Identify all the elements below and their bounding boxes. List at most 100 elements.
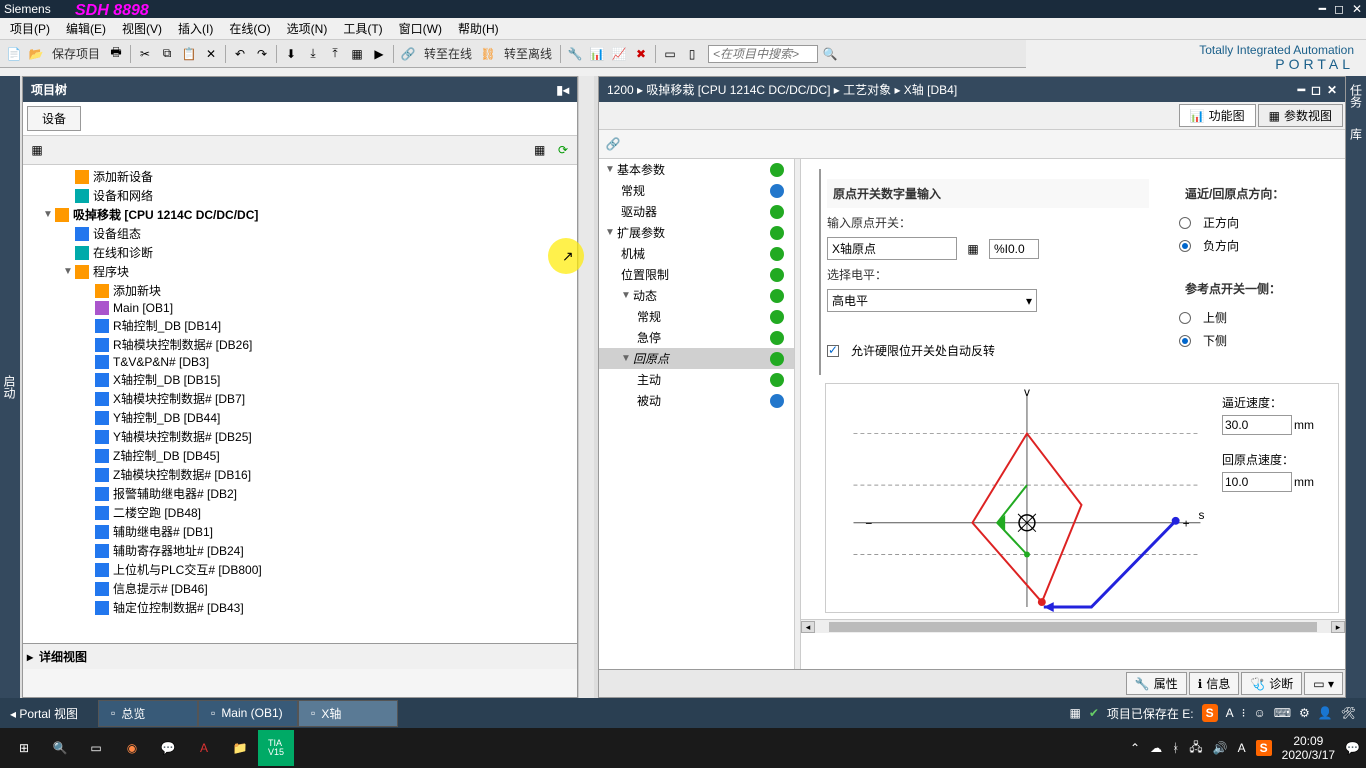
param-item[interactable]: 被动 xyxy=(599,390,794,411)
tray-vol-icon[interactable]: 🔊 xyxy=(1213,741,1228,755)
status-tab[interactable]: ▫X轴 xyxy=(298,700,398,727)
tool1-icon[interactable]: 🔧 xyxy=(565,44,585,64)
tia-taskbar-icon[interactable]: TIAV15 xyxy=(258,730,294,766)
tree-item[interactable]: Y轴模块控制数据# [DB25] xyxy=(23,427,577,446)
menu-insert[interactable]: 插入(I) xyxy=(172,18,219,39)
auto-reverse-checkbox[interactable] xyxy=(827,345,839,357)
param-item[interactable]: 常规 xyxy=(599,306,794,327)
cross-icon[interactable]: ✖ xyxy=(631,44,651,64)
sogou-icon[interactable]: S xyxy=(1202,704,1218,722)
portal-view-button[interactable]: ◂ Portal 视图 xyxy=(10,705,78,722)
editor-min-icon[interactable]: ━ xyxy=(1298,83,1305,97)
param-item[interactable]: 驱动器 xyxy=(599,201,794,222)
dir-pos-radio[interactable] xyxy=(1179,217,1191,229)
search-input[interactable] xyxy=(708,45,818,63)
tree-item[interactable]: 上位机与PLC交互# [DB800] xyxy=(23,560,577,579)
tray-gear-icon[interactable]: ⚙ xyxy=(1299,706,1310,720)
tray-onedrive-icon[interactable]: ☁ xyxy=(1150,741,1162,755)
download-icon[interactable]: ⤓ xyxy=(303,44,323,64)
tree-item[interactable]: 设备和网络 xyxy=(23,186,577,205)
tree-item[interactable]: X轴模块控制数据# [DB7] xyxy=(23,389,577,408)
connect-icon[interactable]: 🔗 xyxy=(398,44,418,64)
ref-up-radio[interactable] xyxy=(1179,312,1191,324)
search-taskbar-icon[interactable]: 🔍 xyxy=(42,730,78,766)
undo-icon[interactable]: ↶ xyxy=(230,44,250,64)
param-item[interactable]: 机械 xyxy=(599,243,794,264)
save-button[interactable]: 保存项目 xyxy=(48,45,104,62)
tree-item[interactable]: 二楼空跑 [DB48] xyxy=(23,503,577,522)
split1-icon[interactable]: ▭ xyxy=(660,44,680,64)
tree-tool2-icon[interactable]: ▦ xyxy=(530,140,550,160)
tree-item[interactable]: X轴控制_DB [DB15] xyxy=(23,370,577,389)
home-speed-input[interactable] xyxy=(1222,472,1292,492)
menu-online[interactable]: 在线(O) xyxy=(223,18,276,39)
tree-item[interactable]: R轴控制_DB [DB14] xyxy=(23,316,577,335)
print-icon[interactable]: 🖶 xyxy=(106,44,126,64)
menu-edit[interactable]: 编辑(E) xyxy=(60,18,112,39)
menu-tools[interactable]: 工具(T) xyxy=(337,18,388,39)
start-button[interactable]: ⊞ xyxy=(6,730,42,766)
open-icon[interactable]: 📂 xyxy=(26,44,46,64)
explorer-icon[interactable]: 📁 xyxy=(222,730,258,766)
origin-picker-icon[interactable]: ▦ xyxy=(963,239,983,259)
tray-user-icon[interactable]: 👤 xyxy=(1318,706,1333,720)
param-item[interactable]: 常规 xyxy=(599,180,794,201)
new-project-icon[interactable]: 📄 xyxy=(4,44,24,64)
tab-info[interactable]: ℹ信息 xyxy=(1189,672,1240,695)
tree-item[interactable]: 报警辅助继电器# [DB2] xyxy=(23,484,577,503)
tree-item[interactable]: 信息提示# [DB46] xyxy=(23,579,577,598)
menu-help[interactable]: 帮助(H) xyxy=(452,18,505,39)
status-tab[interactable]: ▫Main (OB1) xyxy=(198,700,298,727)
compile-icon[interactable]: ⬇ xyxy=(281,44,301,64)
param-tree[interactable]: ▼基本参数常规驱动器▼扩展参数机械位置限制▼动态常规急停▼回原点主动被动 xyxy=(599,159,795,669)
tab-diagnostics[interactable]: 🩺诊断 xyxy=(1241,672,1302,695)
tool3-icon[interactable]: 📈 xyxy=(609,44,629,64)
menu-window[interactable]: 窗口(W) xyxy=(393,18,448,39)
approach-speed-input[interactable] xyxy=(1222,415,1292,435)
maximize-icon[interactable]: ◻ xyxy=(1334,2,1344,16)
tray-tool-icon[interactable]: 🛠 xyxy=(1341,706,1356,720)
param-item[interactable]: 主动 xyxy=(599,369,794,390)
tab-properties[interactable]: 🔧属性 xyxy=(1126,672,1187,695)
tree-item[interactable]: Z轴模块控制数据# [DB16] xyxy=(23,465,577,484)
tree-item[interactable]: 添加新设备 xyxy=(23,167,577,186)
minimize-icon[interactable]: ━ xyxy=(1319,2,1326,16)
tree-item[interactable]: T&V&P&N# [DB3] xyxy=(23,354,577,370)
split2-icon[interactable]: ▯ xyxy=(682,44,702,64)
param-item[interactable]: 位置限制 xyxy=(599,264,794,285)
tree-item[interactable]: 轴定位控制数据# [DB43] xyxy=(23,598,577,617)
tray-lang-icon[interactable]: A xyxy=(1238,741,1246,755)
tree-item[interactable]: 辅助寄存器地址# [DB24] xyxy=(23,541,577,560)
origin-addr[interactable]: %I0.0 xyxy=(989,239,1039,259)
param-item[interactable]: ▼基本参数 xyxy=(599,159,794,180)
tree-item[interactable]: Z轴控制_DB [DB45] xyxy=(23,446,577,465)
sim-icon[interactable]: ▦ xyxy=(347,44,367,64)
menu-view[interactable]: 视图(V) xyxy=(116,18,168,39)
tab-param-view[interactable]: ▦参数视图 xyxy=(1258,104,1343,127)
tab-more[interactable]: ▭ ▾ xyxy=(1304,672,1343,695)
tray-dot-icon[interactable]: ⁝ xyxy=(1242,706,1246,720)
tree-tool1-icon[interactable]: ▦ xyxy=(27,140,47,160)
tool2-icon[interactable]: 📊 xyxy=(587,44,607,64)
chrome-icon[interactable]: ◉ xyxy=(114,730,150,766)
tree-item[interactable]: 添加新块 xyxy=(23,281,577,300)
ref-down-radio[interactable] xyxy=(1179,335,1191,347)
autocad-icon[interactable]: A xyxy=(186,730,222,766)
tree-refresh-icon[interactable]: ⟳ xyxy=(553,140,573,160)
go-online-button[interactable]: 转至在线 xyxy=(420,45,476,62)
param-item[interactable]: 急停 xyxy=(599,327,794,348)
tray-net-icon[interactable]: 🖧 xyxy=(1189,738,1202,759)
level-select[interactable]: 高电平▾ xyxy=(827,289,1037,312)
menu-project[interactable]: 项目(P) xyxy=(4,18,56,39)
tree-item[interactable]: ▼程序块 xyxy=(23,262,577,281)
copy-icon[interactable]: ⧉ xyxy=(157,44,177,64)
wechat-icon[interactable]: 💬 xyxy=(150,730,186,766)
device-tab[interactable]: 设备 xyxy=(27,106,81,131)
taskbar-clock[interactable]: 20:092020/3/17 xyxy=(1282,734,1335,763)
start-icon[interactable]: ▶ xyxy=(369,44,389,64)
tree-item[interactable]: 辅助继电器# [DB1] xyxy=(23,522,577,541)
tree-item[interactable]: ▼吸掉移栽 [CPU 1214C DC/DC/DC] xyxy=(23,205,577,224)
param-item[interactable]: ▼扩展参数 xyxy=(599,222,794,243)
disconnect-icon[interactable]: ⛓ xyxy=(478,44,498,64)
form-hscroll[interactable]: ◂▸ xyxy=(801,619,1345,633)
